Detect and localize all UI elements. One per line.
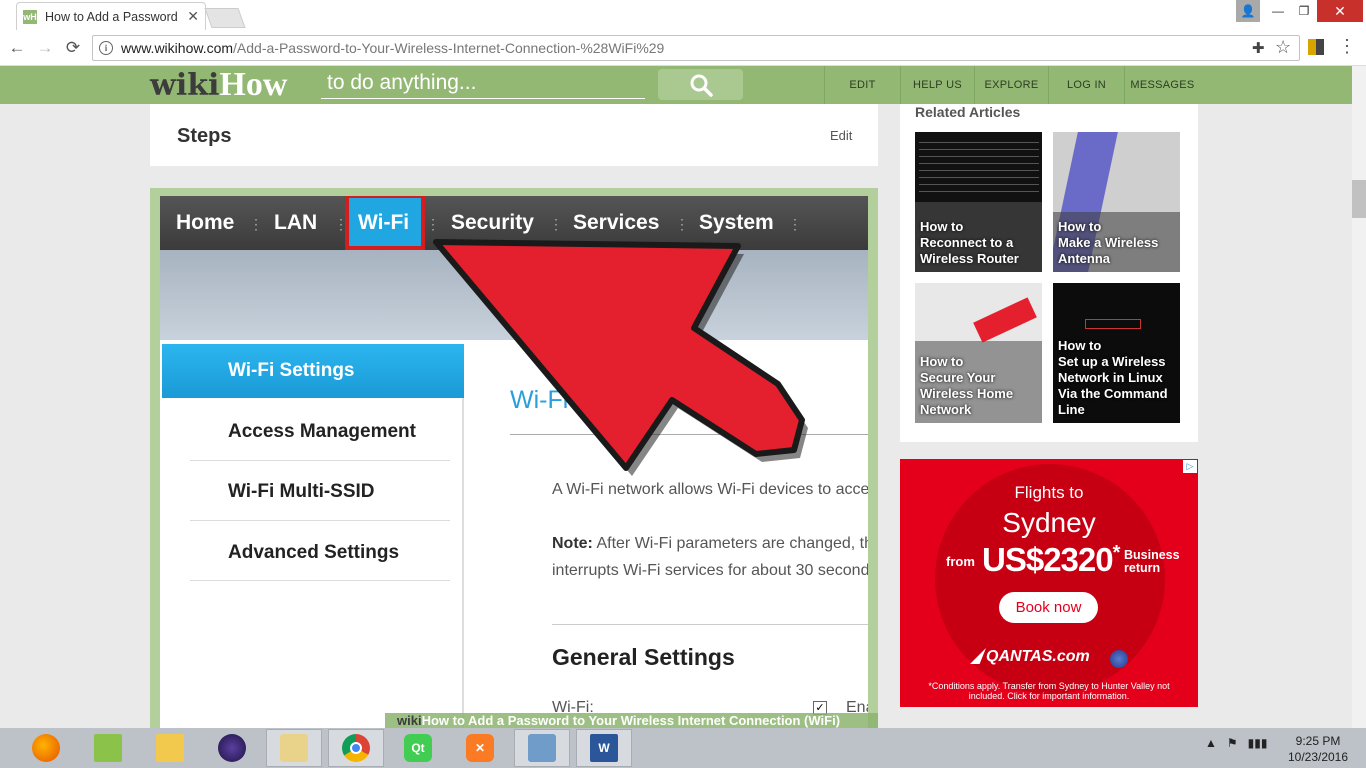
oneworld-icon <box>1110 650 1128 668</box>
search-icon <box>690 74 713 97</box>
step-image[interactable]: Home ⋮ LAN ⋮ Wi-Fi ⋮ Security ⋮ Services… <box>160 196 868 728</box>
taskbar-network[interactable] <box>514 729 570 767</box>
scrollbar-thumb[interactable] <box>1352 180 1366 218</box>
file-explorer-icon <box>156 734 184 762</box>
nav-help-us[interactable]: HELP US <box>900 66 974 104</box>
ad-from: from <box>946 554 975 569</box>
ad-book-now-button[interactable]: Book now <box>999 592 1098 623</box>
taskbar-word[interactable]: W <box>576 729 632 767</box>
logo-how: How <box>219 66 288 103</box>
nav-log-in[interactable]: LOG IN <box>1048 66 1124 104</box>
forward-button[interactable]: → <box>33 36 57 60</box>
page-scrollbar[interactable] <box>1352 66 1366 728</box>
xampp-icon: ✕ <box>466 734 494 762</box>
extension-icon[interactable] <box>1308 39 1324 55</box>
related-article-label: How to Set up a Wireless Network in Linux… <box>1058 338 1168 417</box>
minimize-button[interactable]: — <box>1264 0 1292 22</box>
taskbar-folder[interactable] <box>266 729 322 767</box>
ad-fare: Business return <box>1124 548 1180 575</box>
related-article-card[interactable]: How to Set up a Wireless Network in Linux… <box>1053 283 1180 423</box>
taskbar-qt[interactable]: Qt <box>390 729 446 767</box>
new-tab-button[interactable] <box>204 8 246 28</box>
section-title: Steps <box>177 125 232 147</box>
extension-puzzle-icon[interactable]: ✚ <box>1252 39 1265 57</box>
ad-disclaimer: *Conditions apply. Transfer from Sydney … <box>928 681 1170 701</box>
chrome-icon <box>342 734 370 762</box>
taskbar-clock[interactable]: 9:25 PM 10/23/2016 <box>1280 733 1356 765</box>
profile-icon[interactable]: 👤 <box>1236 0 1260 22</box>
logo-wiki: wiki <box>150 67 220 103</box>
search-button[interactable] <box>658 69 743 100</box>
url-path: /Add-a-Password-to-Your-Wireless-Interne… <box>233 40 665 56</box>
taskbar-xampp[interactable]: ✕ <box>452 729 508 767</box>
thumb-image <box>919 136 1039 196</box>
taskbar-notepadpp[interactable] <box>80 729 136 767</box>
section-edit-link[interactable]: Edit <box>830 128 852 143</box>
related-article-label: How to Reconnect to a Wireless Router <box>920 219 1019 266</box>
site-info-icon[interactable]: i <box>99 41 113 55</box>
ad-line1: Flights to <box>1014 483 1084 502</box>
wikihow-logo[interactable]: wiki How <box>150 66 287 104</box>
reload-button[interactable]: ⟳ <box>61 36 85 60</box>
bookmark-star-icon[interactable]: ☆ <box>1275 37 1291 58</box>
related-article-label: How to Secure Your Wireless Home Network <box>920 354 1014 417</box>
related-article-card[interactable]: How to Make a Wireless Antenna <box>1053 132 1180 272</box>
qt-creator-icon: Qt <box>404 734 432 762</box>
image-caption: wikiHow to Add a Password to Your Wirele… <box>385 713 878 728</box>
notepad-plus-icon <box>94 734 122 762</box>
ad-brand: QANTAS.com <box>986 648 1090 665</box>
taskbar-chrome[interactable] <box>328 729 384 767</box>
firefox-icon <box>32 734 60 762</box>
adchoices-icon[interactable]: ▷ <box>1183 460 1197 473</box>
url-host: www.wikihow.com <box>121 40 234 56</box>
caption-text: to Add a Password to Your Wireless Inter… <box>449 713 841 728</box>
close-tab-icon[interactable]: ✕ <box>187 8 199 25</box>
back-button[interactable]: ← <box>5 36 29 60</box>
nav-explore[interactable]: EXPLORE <box>974 66 1048 104</box>
red-arrow-annotation <box>433 239 808 476</box>
network-icon <box>528 734 556 762</box>
taskbar-explorer[interactable] <box>142 729 198 767</box>
word-icon: W <box>590 734 618 762</box>
tab-title: How to Add a Password <box>45 9 178 24</box>
search-input[interactable]: to do anything... <box>321 70 645 99</box>
address-bar[interactable]: i www.wikihow.com/Add-a-Password-to-Your… <box>92 35 1300 61</box>
nav-messages[interactable]: MESSAGES <box>1124 66 1200 104</box>
nav-edit[interactable]: EDIT <box>824 66 900 104</box>
system-tray[interactable]: ▲ ⚑ ▮▮▮ <box>1205 736 1267 750</box>
related-article-card[interactable]: How to Secure Your Wireless Home Network <box>915 283 1042 423</box>
caption-wiki: wiki <box>397 713 422 728</box>
restore-button[interactable]: ❐ <box>1290 0 1318 22</box>
related-article-card[interactable]: How to Reconnect to a Wireless Router <box>915 132 1042 272</box>
related-article-label: How to Make a Wireless Antenna <box>1058 219 1159 266</box>
windows-folder-icon <box>280 734 308 762</box>
caption-how: How <box>421 713 450 728</box>
related-articles-title: Related Articles <box>915 104 1021 120</box>
clock-date: 10/23/2016 <box>1287 750 1349 764</box>
eclipse-icon <box>218 734 246 762</box>
wikihow-favicon-icon: wH <box>23 9 37 24</box>
browser-tab[interactable]: wH How to Add a Password ✕ <box>16 2 206 30</box>
taskbar-firefox[interactable] <box>18 729 74 767</box>
close-window-button[interactable]: ✕ <box>1317 0 1363 22</box>
ad-price: US$2320* <box>982 541 1120 578</box>
qantas-ad[interactable]: Flights to Sydney from US$2320* Business… <box>900 459 1198 707</box>
browser-menu-icon[interactable]: ⋮ <box>1338 36 1356 57</box>
thumb-image <box>973 297 1037 343</box>
ad-city: Sydney <box>1002 507 1096 538</box>
thumb-image <box>1085 319 1141 329</box>
taskbar-eclipse[interactable] <box>204 729 260 767</box>
steps-header-card <box>150 104 878 166</box>
clock-time: 9:25 PM <box>1295 734 1341 748</box>
